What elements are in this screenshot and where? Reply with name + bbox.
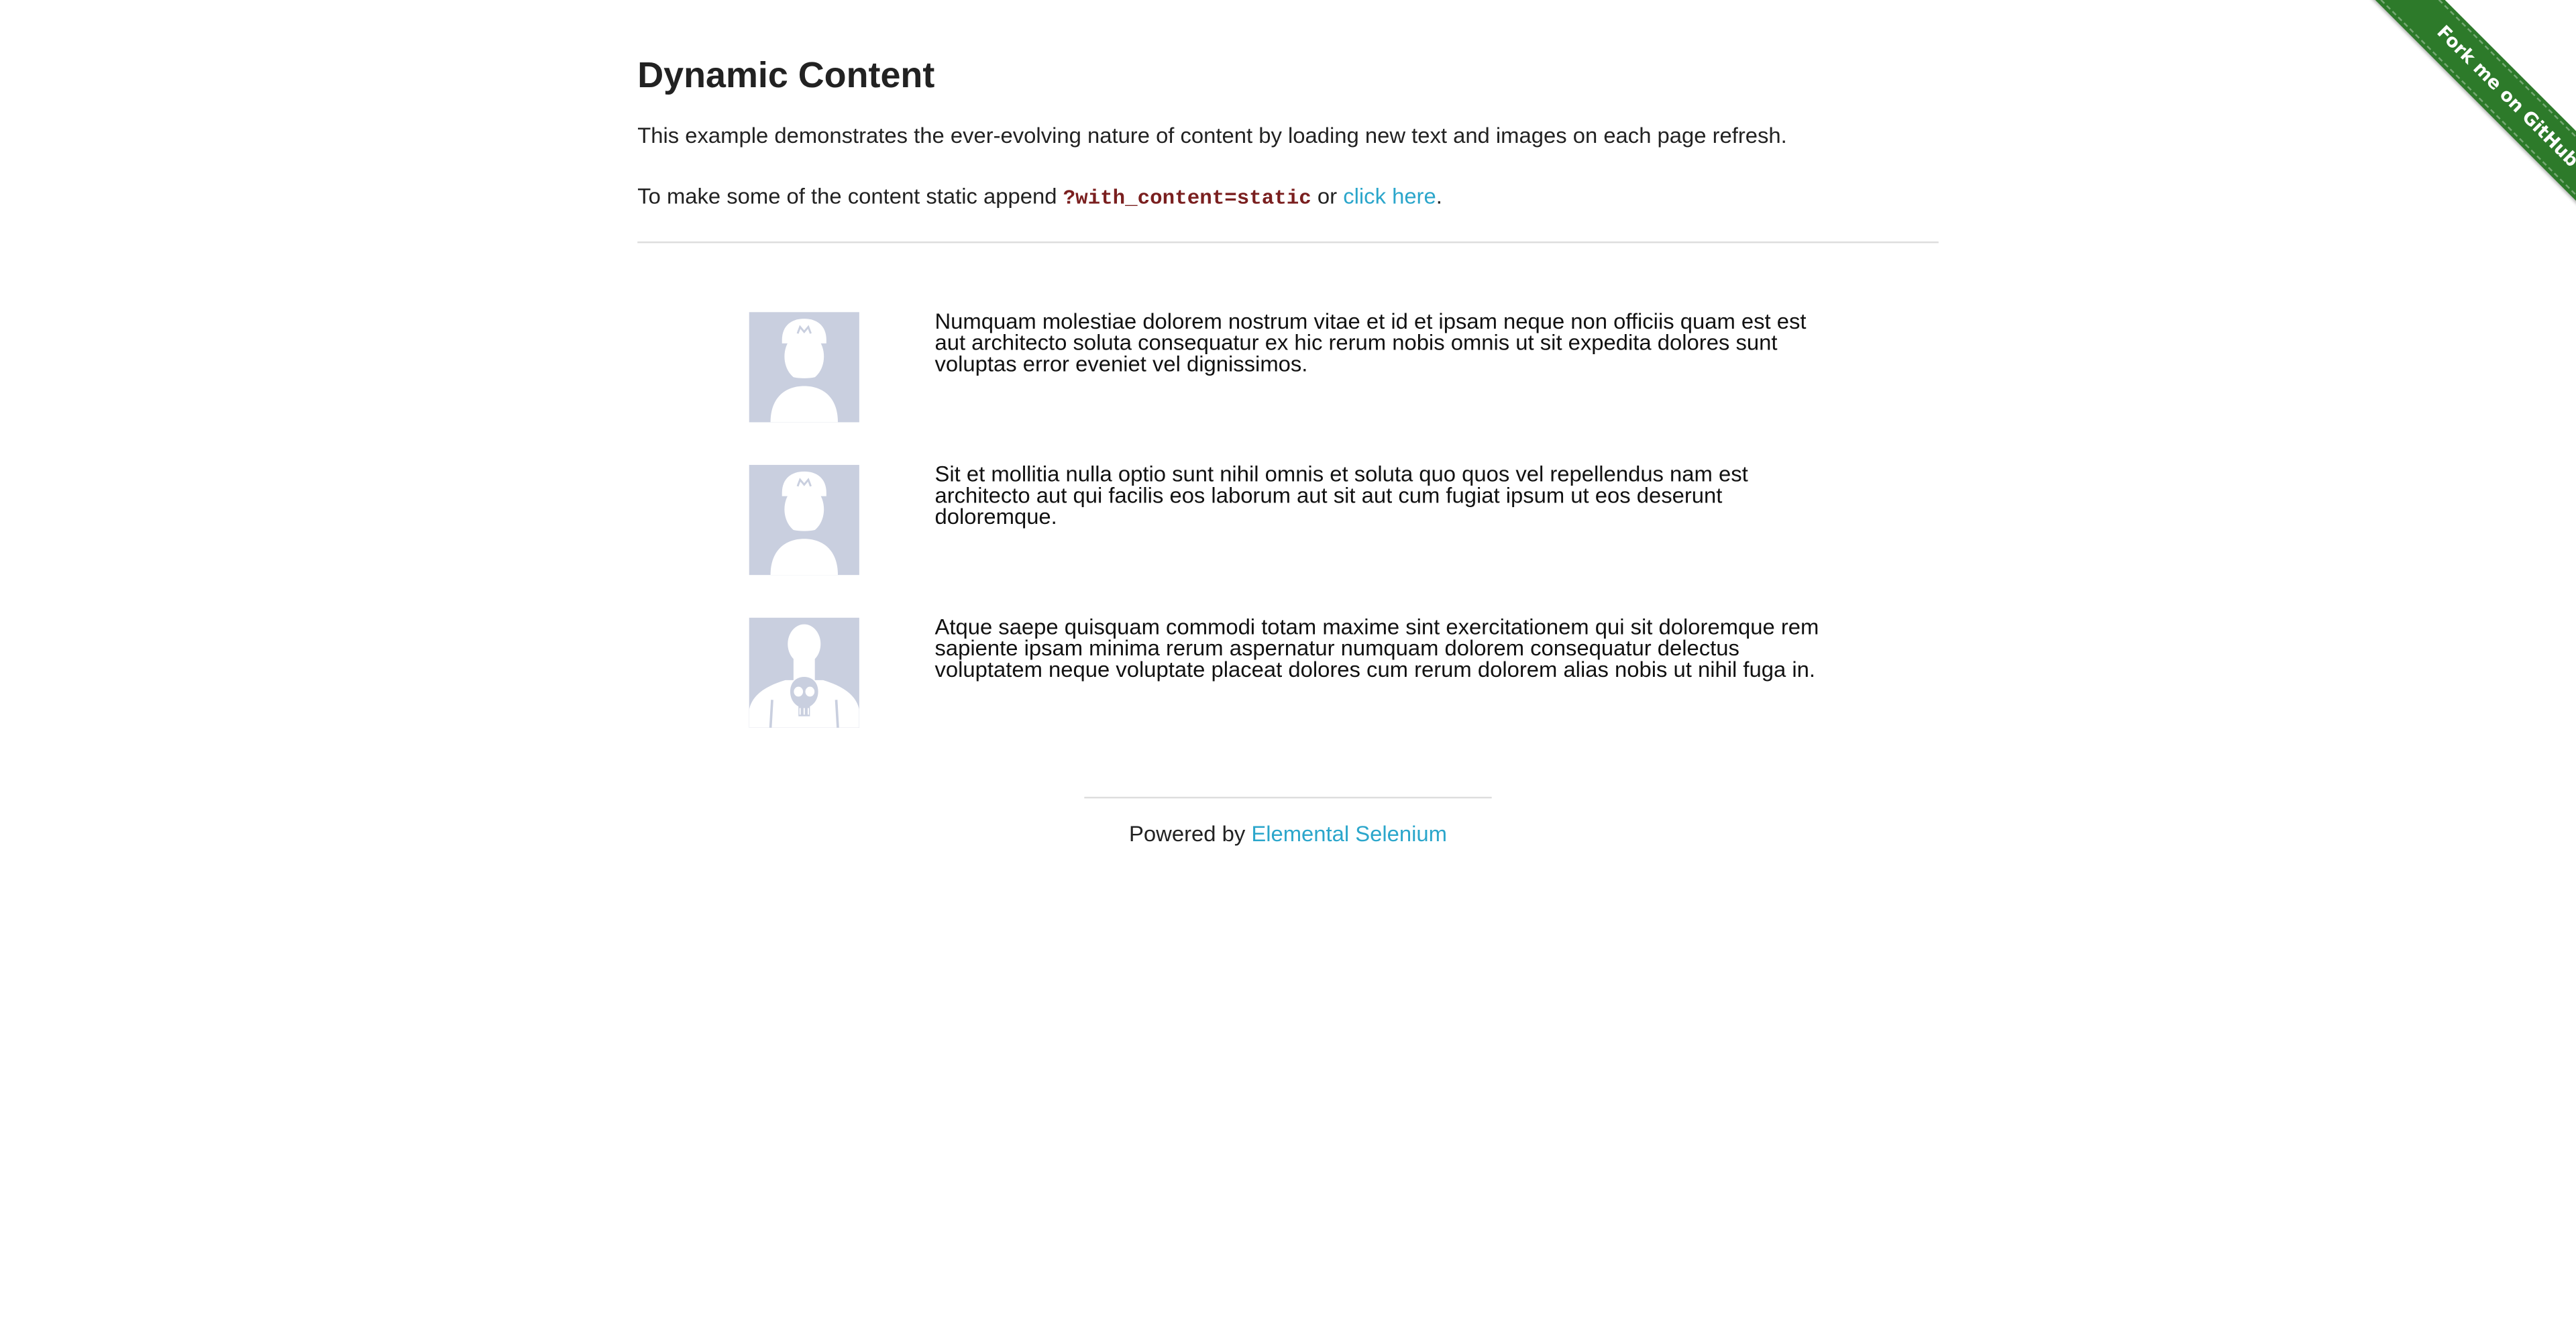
fork-me-ribbon-label[interactable]: Fork me on GitHub bbox=[2369, 0, 2576, 235]
footer-divider bbox=[1084, 796, 1492, 799]
footer: Powered by Elemental Selenium bbox=[1084, 820, 1491, 849]
static-or-text: or bbox=[1311, 184, 1344, 209]
header-divider bbox=[637, 241, 1939, 244]
intro-description: This example demonstrates the ever-evolv… bbox=[637, 123, 1787, 148]
avatar bbox=[749, 617, 859, 728]
page: Fork me on GitHub Dynamic Content This e… bbox=[0, 0, 2576, 1343]
mario-avatar-icon bbox=[749, 312, 859, 423]
avatar bbox=[749, 312, 859, 423]
avatar bbox=[749, 465, 859, 576]
content-row: Sit et mollitia nulla optio sunt nihil o… bbox=[749, 462, 1833, 576]
punisher-avatar-icon bbox=[749, 617, 859, 728]
static-suffix-text: . bbox=[1436, 184, 1442, 209]
static-instructions: To make some of the content static appen… bbox=[637, 182, 1442, 214]
row-text: Numquam molestiae dolorem nostrum vitae … bbox=[934, 309, 1807, 376]
content-row: Atque saepe quisquam commodi totam maxim… bbox=[749, 614, 1833, 728]
row-text: Sit et mollitia nulla optio sunt nihil o… bbox=[934, 462, 1748, 529]
click-here-link[interactable]: click here bbox=[1343, 184, 1436, 209]
static-prefix-text: To make some of the content static appen… bbox=[637, 184, 1063, 209]
fork-me-ribbon[interactable]: Fork me on GitHub bbox=[2331, 0, 2576, 245]
fork-me-ribbon-banner[interactable]: Fork me on GitHub bbox=[2366, 0, 2576, 238]
page-title: Dynamic Content bbox=[637, 54, 935, 96]
content-row: Numquam molestiae dolorem nostrum vitae … bbox=[749, 309, 1833, 423]
row-text: Atque saepe quisquam commodi totam maxim… bbox=[934, 614, 1819, 682]
static-query-code: ?with_content=static bbox=[1063, 187, 1311, 211]
elemental-selenium-link[interactable]: Elemental Selenium bbox=[1251, 821, 1447, 847]
mario-avatar-icon bbox=[749, 465, 859, 576]
footer-prefix: Powered by bbox=[1129, 821, 1252, 847]
